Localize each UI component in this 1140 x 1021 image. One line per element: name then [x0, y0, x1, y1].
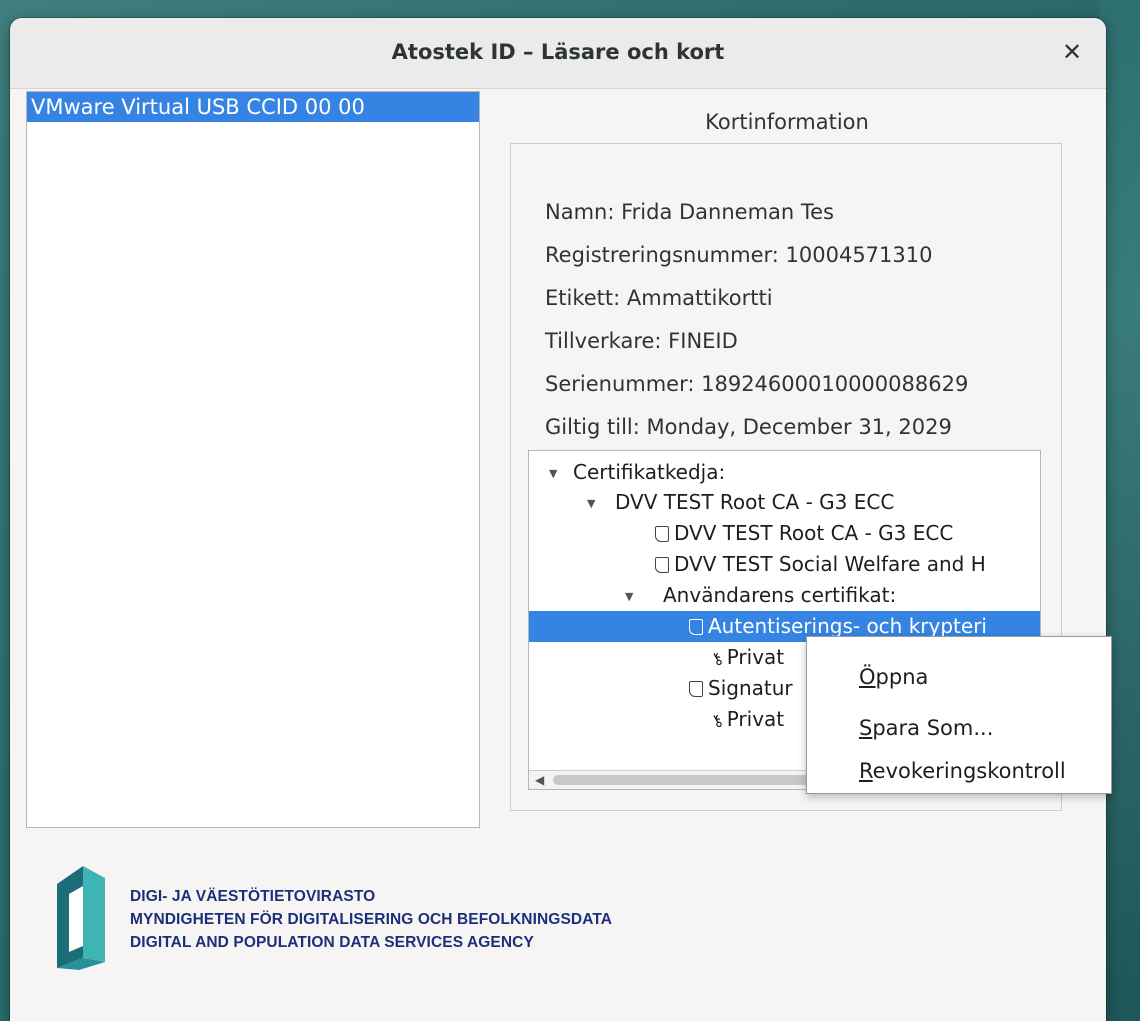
expander-down-icon[interactable]: ▼	[549, 458, 557, 489]
menu-item-save-as[interactable]: Spara Som...	[859, 716, 993, 740]
tree-row-intermediate-cert[interactable]: DVV TEST Social Welfare and H	[529, 549, 1040, 580]
org-name-fi: DIGI- JA VÄESTÖTIETOVIRASTO	[130, 888, 376, 905]
scroll-left-icon[interactable]: ◀	[535, 771, 544, 789]
reader-item[interactable]: VMware Virtual USB CCID 00 00	[27, 92, 479, 122]
window-title: Atostek ID – Läsare och kort	[391, 40, 725, 64]
close-icon[interactable]: ✕	[1056, 36, 1088, 68]
tree-row-user-certs[interactable]: ▼ Användarens certifikat:	[529, 580, 1040, 612]
tree-row-root-node[interactable]: ▼ DVV TEST Root CA - G3 ECC	[529, 487, 1040, 519]
tree-row-label: DVV TEST Root CA - G3 ECC	[674, 521, 954, 545]
tree-row-label: Privat	[726, 645, 785, 669]
titlebar: Atostek ID – Läsare och kort ✕	[10, 18, 1106, 89]
expander-down-icon[interactable]: ▼	[625, 581, 633, 612]
tree-row-label: DVV TEST Social Welfare and H	[674, 552, 986, 576]
menu-item-revocation-check[interactable]: Revokeringskontroll	[859, 759, 1066, 783]
dvv-logo-icon	[57, 866, 105, 970]
scrollbar-thumb[interactable]	[553, 775, 843, 785]
card-manufacturer: Tillverkare: FINEID	[545, 329, 738, 353]
tree-row-root-cert[interactable]: DVV TEST Root CA - G3 ECC	[529, 518, 1040, 549]
tree-row-chain[interactable]: ▼ Certifikatkedja:	[529, 457, 1040, 489]
certificate-icon	[689, 681, 703, 697]
certificate-icon	[655, 557, 669, 573]
card-serial: Serienummer: 18924600010000088629	[545, 372, 969, 396]
tree-row-label: Signatur	[708, 676, 793, 700]
card-label: Etikett: Ammattikortti	[545, 286, 773, 310]
expander-down-icon[interactable]: ▼	[587, 488, 595, 519]
desktop-background	[1100, 0, 1140, 1021]
menu-item-open[interactable]: Öppna	[859, 665, 928, 689]
tree-row-label: Användarens certifikat:	[663, 583, 897, 607]
certificate-icon	[689, 619, 703, 635]
org-name-en: DIGITAL AND POPULATION DATA SERVICES AGE…	[130, 934, 534, 951]
context-menu: Öppna Spara Som... Revokeringskontroll	[806, 636, 1112, 794]
tree-row-label: Privat	[726, 707, 785, 731]
card-registration: Registreringsnummer: 10004571310	[545, 243, 933, 267]
reader-list[interactable]: VMware Virtual USB CCID 00 00	[26, 91, 480, 828]
tree-row-label: Autentiserings- och krypteri	[708, 614, 987, 638]
tree-row-label: DVV TEST Root CA - G3 ECC	[615, 490, 895, 514]
org-name-sv: MYNDIGHETEN FÖR DIGITALISERING OCH BEFOL…	[130, 911, 613, 928]
tree-row-label: Certifikatkedja:	[573, 460, 726, 484]
card-valid-until: Giltig till: Monday, December 31, 2029	[545, 415, 952, 439]
card-info-title: Kortinformation	[705, 110, 869, 134]
card-name: Namn: Frida Danneman Tes	[545, 200, 834, 224]
certificate-icon	[655, 526, 669, 542]
